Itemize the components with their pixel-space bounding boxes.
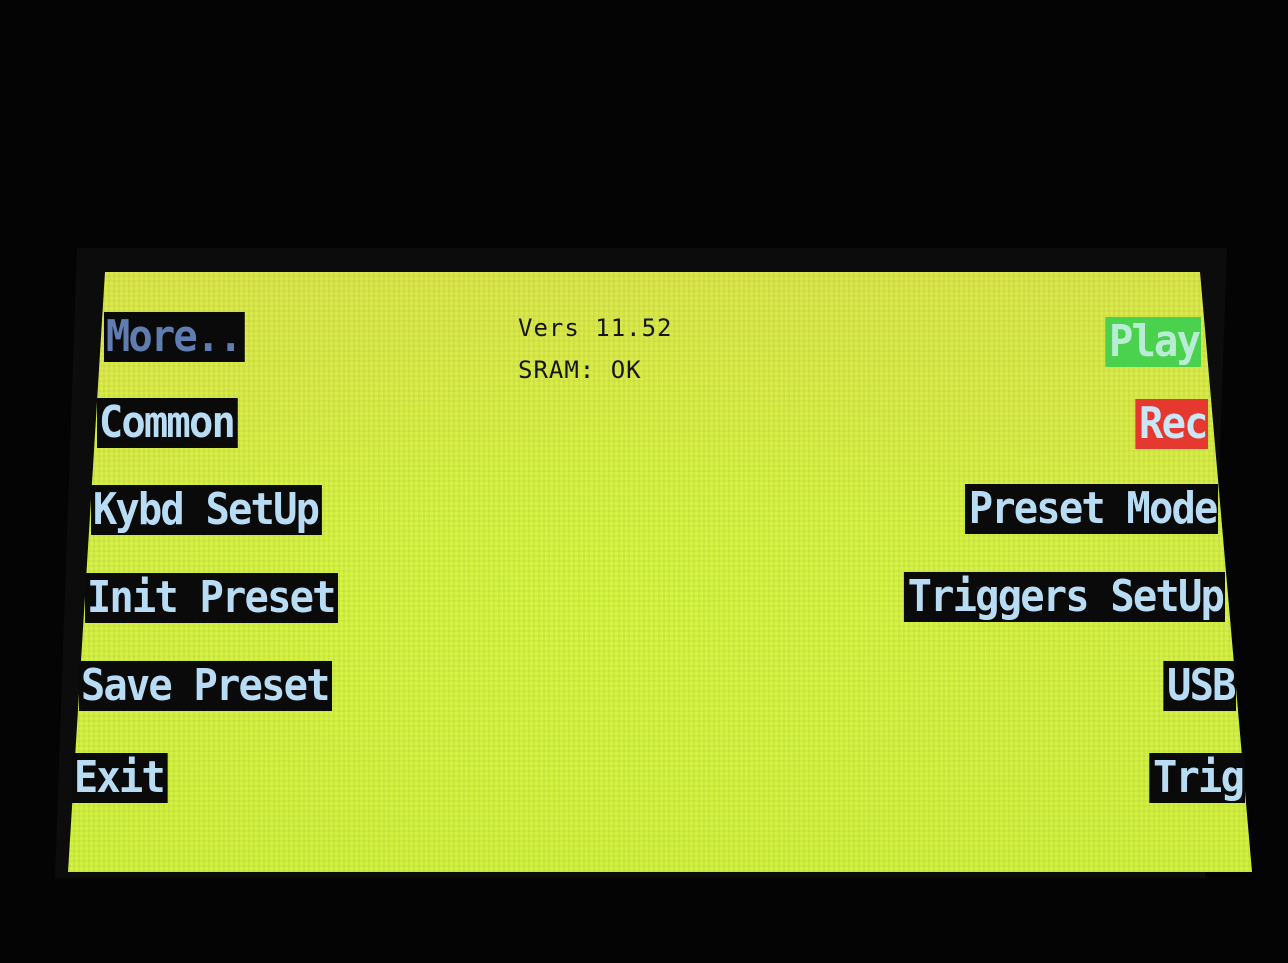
version-text: Vers 11.52 [518, 314, 673, 342]
rec-button[interactable]: Rec [1134, 399, 1208, 449]
sram-status-text: SRAM: OK [518, 356, 642, 384]
preset-mode-button[interactable]: Preset Mode [964, 484, 1218, 534]
kybd-setup-button[interactable]: Kybd SetUp [91, 485, 322, 535]
trig-button[interactable]: Trig [1149, 753, 1245, 803]
play-button[interactable]: Play [1105, 317, 1201, 367]
init-preset-button[interactable]: Init Preset [85, 573, 339, 623]
more-button[interactable]: More.. [104, 312, 245, 362]
exit-button[interactable]: Exit [72, 753, 168, 803]
usb-button[interactable]: USB [1162, 661, 1236, 711]
device-frame: Vers 11.52 SRAM: OK More.. Common Kybd S… [0, 0, 1288, 963]
save-preset-button[interactable]: Save Preset [79, 661, 333, 711]
triggers-setup-button[interactable]: Triggers SetUp [904, 572, 1225, 622]
common-button[interactable]: Common [97, 398, 238, 448]
